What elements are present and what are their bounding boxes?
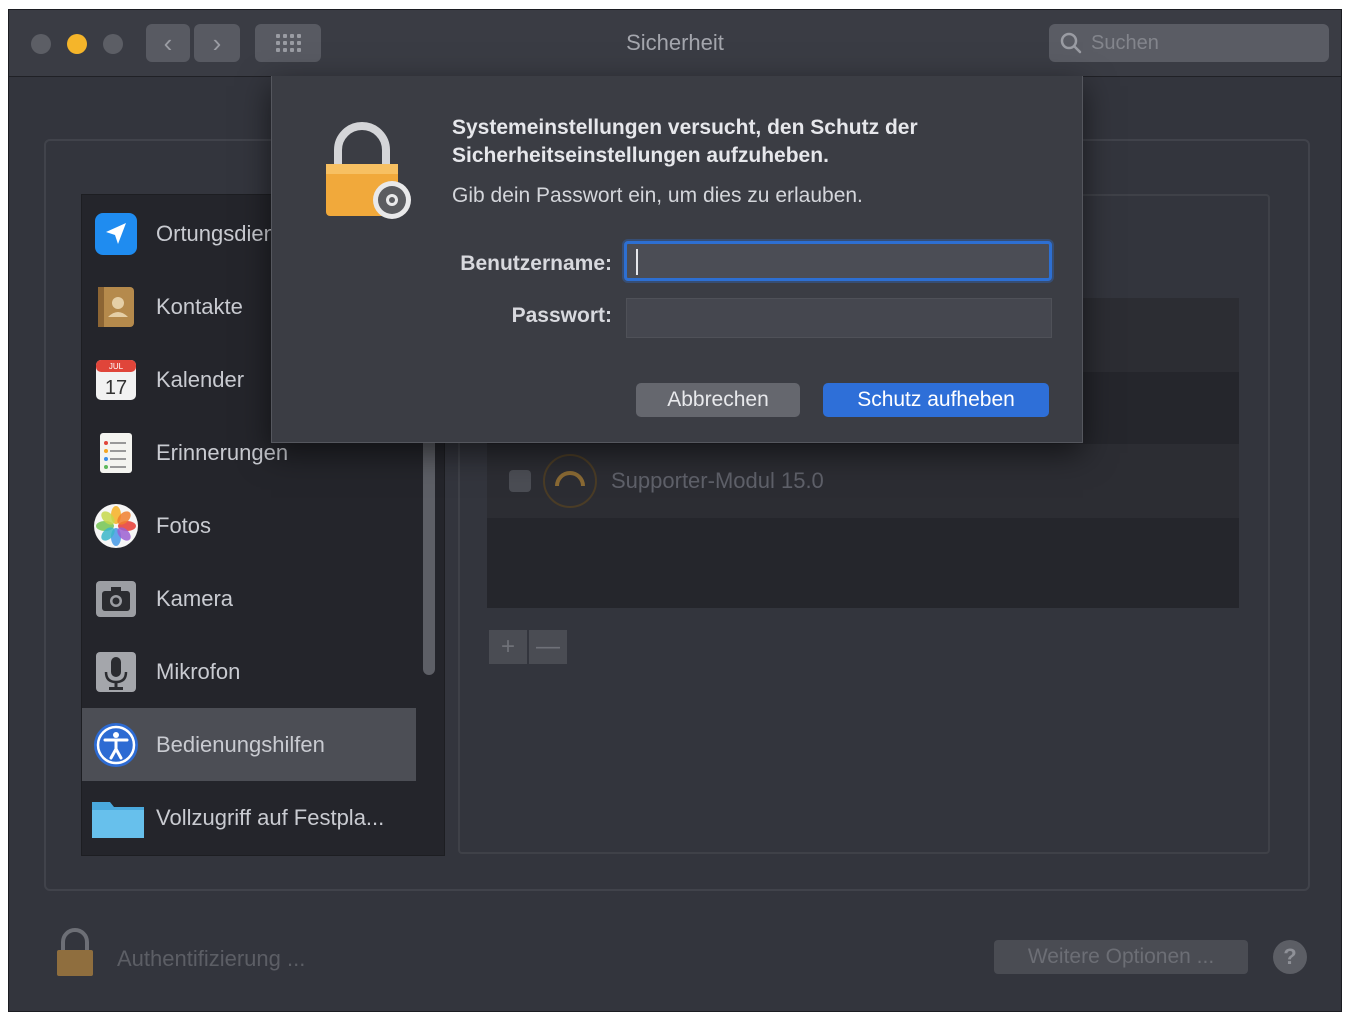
- sidebar-item-label: Fotos: [156, 512, 212, 538]
- auth-status-text: Authentifizierung ...: [117, 946, 306, 971]
- sidebar-item-microphone[interactable]: Mikrofon: [82, 635, 416, 708]
- help-button[interactable]: ?: [1273, 940, 1307, 974]
- sidebar-item-camera[interactable]: Kamera: [82, 562, 416, 635]
- remove-app-button[interactable]: —: [529, 630, 567, 664]
- sidebar-item-label: Erinnerungen: [156, 439, 289, 465]
- padlock-gear-icon: [318, 114, 414, 229]
- password-field[interactable]: [626, 298, 1052, 338]
- unlock-button[interactable]: Schutz aufheben: [823, 383, 1049, 417]
- sidebar-item-label: Kontakte: [156, 293, 243, 319]
- preferences-window: ‹ › Sicherheit Suchen Ortungsdienste Kon…: [8, 9, 1342, 1012]
- microphone-icon: [92, 648, 140, 696]
- more-options-button[interactable]: Weitere Optionen ...: [994, 940, 1248, 974]
- sidebar-item-label: Bedienungshilfen: [156, 731, 325, 757]
- reminders-list-icon: [92, 429, 140, 477]
- add-app-button[interactable]: +: [489, 630, 527, 664]
- svg-text:JUL: JUL: [109, 362, 124, 371]
- cancel-button[interactable]: Abbrechen: [636, 383, 800, 417]
- search-placeholder: Suchen: [1091, 31, 1159, 54]
- add-remove-controls: + —: [489, 630, 567, 664]
- svg-text:17: 17: [105, 377, 127, 399]
- lock-icon[interactable]: [53, 926, 97, 983]
- username-label: Benutzername:: [460, 252, 612, 275]
- dialog-title: Systemeinstellungen versucht, den Schutz…: [452, 116, 918, 167]
- contacts-book-icon: [92, 283, 140, 331]
- search-field[interactable]: Suchen: [1049, 24, 1329, 62]
- photos-flower-icon: [92, 502, 140, 550]
- auth-dialog: Systemeinstellungen versucht, den Schutz…: [271, 76, 1083, 443]
- sidebar-item-full-disk-access[interactable]: Vollzugriff auf Festpla...: [82, 781, 416, 854]
- text-caret: [636, 249, 638, 275]
- app-checkbox[interactable]: [509, 470, 531, 492]
- supporter-module-icon: [543, 454, 597, 508]
- search-icon: [1060, 32, 1082, 54]
- calendar-icon: JUL 17: [92, 356, 140, 404]
- username-field[interactable]: [624, 241, 1052, 281]
- camera-icon: [92, 575, 140, 623]
- sidebar-item-photos[interactable]: Fotos: [82, 489, 416, 562]
- app-label: Supporter-Modul 15.0: [611, 468, 824, 493]
- location-arrow-icon: [92, 210, 140, 258]
- list-item[interactable]: Supporter-Modul 15.0: [487, 444, 1239, 518]
- sidebar-item-label: Kalender: [156, 366, 245, 392]
- password-label: Passwort:: [511, 304, 612, 327]
- folder-icon: [92, 794, 144, 842]
- sidebar-item-label: Kamera: [156, 585, 234, 611]
- dialog-subtitle: Gib dein Passwort ein, um dies zu erlaub…: [452, 184, 863, 207]
- sidebar-item-accessibility[interactable]: Bedienungshilfen: [82, 708, 416, 781]
- sidebar-item-label: Mikrofon: [156, 658, 241, 684]
- sidebar-item-label: Vollzugriff auf Festpla...: [156, 804, 385, 830]
- accessibility-icon: [92, 721, 140, 769]
- title-bar: ‹ › Sicherheit Suchen: [9, 10, 1341, 77]
